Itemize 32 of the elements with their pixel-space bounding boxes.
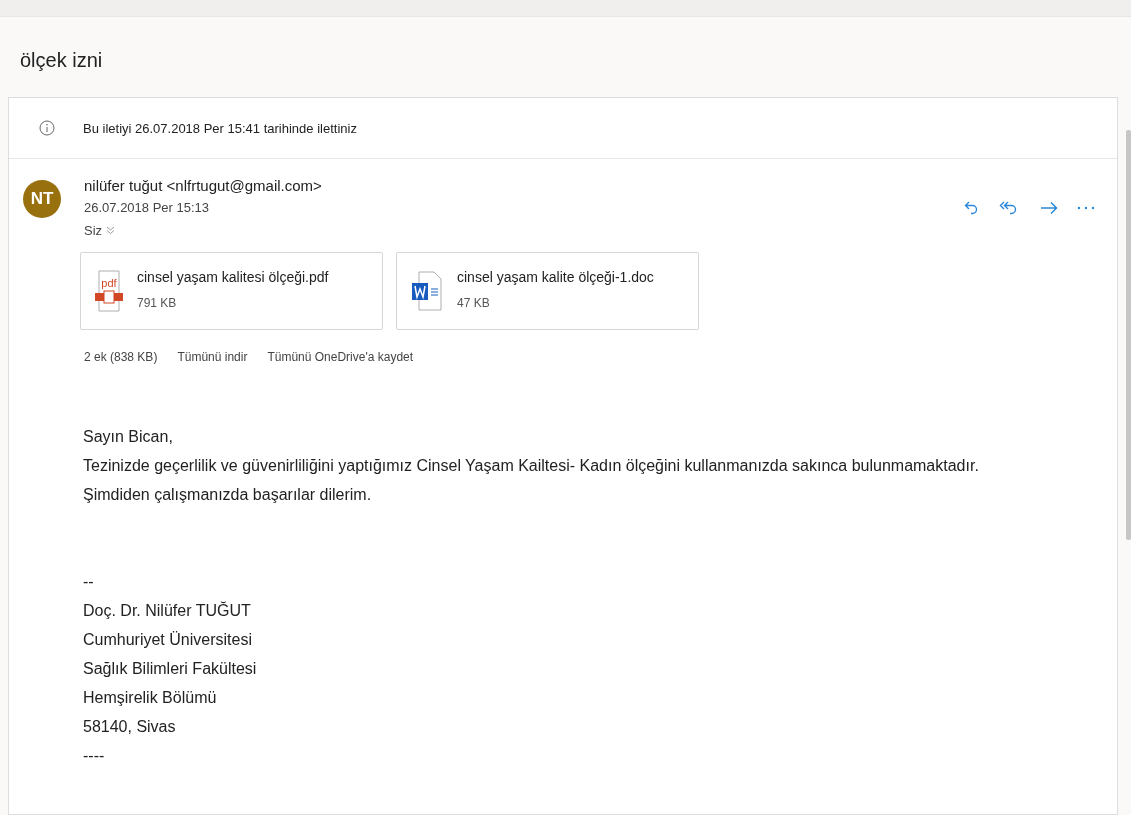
signature-line: Sağlık Bilimleri Fakültesi (83, 659, 258, 679)
expand-icon[interactable] (106, 226, 116, 235)
signature-line: Cumhuriyet Üniversitesi (83, 630, 253, 650)
attachment-action-link[interactable]: Tümünü OneDrive'a kaydet (267, 350, 414, 364)
forward-icon[interactable] (1039, 199, 1059, 217)
signature-line: 58140, Sivas (83, 717, 177, 737)
attachment-size: 791 KB (137, 296, 178, 310)
sender-address: nilüfer tuğut <nlfrtugut@gmail.com> (84, 177, 323, 194)
attachment-name: cinsel yaşam kalite ölçeği-1.doc (457, 269, 654, 285)
attachment-card[interactable]: pdf cinsel yaşam kalitesi ölçeği.pdf 791 KB (80, 252, 383, 330)
more-icon[interactable] (1077, 206, 1095, 210)
forwarded-notice: Bu iletiyi 26.07.2018 Per 15:41 tarihinde ilettiniz (83, 120, 357, 136)
attachment-action-link[interactable]: Tümünü indir (177, 350, 248, 364)
recipient: Siz (84, 223, 103, 238)
body-text-line: Sayın Bican, (83, 427, 174, 447)
signature-line: Doç. Dr. Nilüfer TUĞUT (83, 600, 252, 621)
scrollbar-thumb[interactable] (1126, 130, 1131, 540)
attachment-size: 47 KB (457, 296, 491, 310)
signature-line: -- (83, 572, 95, 592)
attachment-count: 2 ek (838 KB) (84, 350, 158, 364)
attachment-card[interactable]: cinsel yaşam kalite ölçeği-1.doc 47 KB (396, 252, 699, 330)
info-icon (39, 120, 55, 136)
pdf-file-icon: pdf (95, 269, 123, 313)
attachment-name: cinsel yaşam kalitesi ölçeği.pdf (137, 269, 329, 285)
word-file-icon (411, 269, 443, 313)
body-text-line: Tezinizde geçerlilik ve güvenirliliğini yaptığımız Cinsel Yaşam Kailtesi- Kadın ölçeğini kullanmanızda sakınca bulunmamaktadır. (83, 456, 980, 476)
message-date: 26.07.2018 Per 15:13 (84, 200, 211, 215)
sender-avatar: NT (23, 180, 61, 218)
body-text-line: Şimdiden çalışmanızda başarılar dilerim. (83, 485, 373, 505)
email-subject: ölçek izni (19, 48, 104, 73)
signature-line: Hemşirelik Bölümü (83, 688, 218, 708)
signature-line: ---- (83, 746, 106, 766)
